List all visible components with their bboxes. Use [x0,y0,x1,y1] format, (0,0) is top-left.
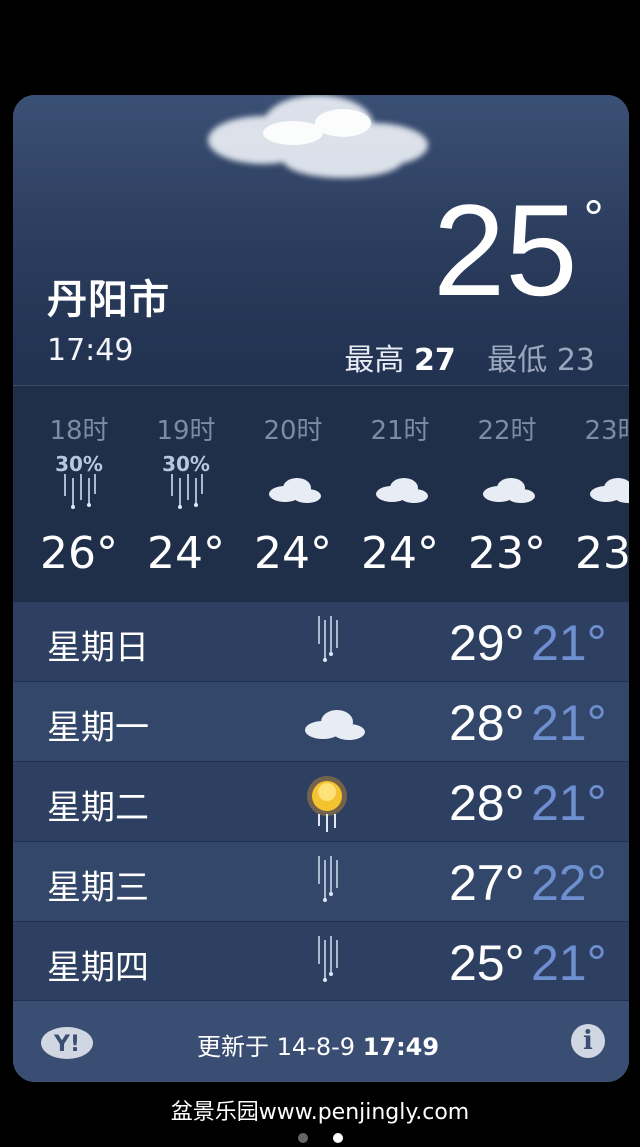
day-high: 25° [449,935,525,991]
day-low: 21° [531,695,607,751]
hourly-item: 22时 23° [457,410,557,579]
current-temperature: 25 ° [433,185,604,315]
updated-time: 17:49 [362,1033,440,1061]
hourly-item: 18时 30% 26° [29,410,129,579]
hour-label: 18时 [49,416,109,446]
footer-bar: Y! 更新于 14-8-9 17:49 i [13,1000,629,1082]
rain-icon [318,616,338,662]
rain-icon [318,856,338,902]
sun-rain-icon [307,776,347,832]
high-label: 最高 [344,343,405,378]
hour-label: 23时 [584,416,629,446]
high-value: 27 [413,343,456,378]
daily-row: 星期二 28° 21° [13,762,629,842]
hourly-forecast-strip[interactable]: 18时 30% 26° 19时 30% 24° 20时 24° 21时 24° … [13,385,629,603]
cloud-icon [483,478,535,503]
day-high: 29° [449,615,525,671]
hourly-item: 20时 24° [243,410,343,579]
last-updated: 更新于 14-8-9 17:49 [197,1027,439,1062]
yahoo-logo-text: Y! [53,1032,80,1057]
day-low: 22° [531,855,607,911]
day-name: 星期二 [47,788,149,828]
current-conditions-panel: 丹阳市 17:49 25 ° 最高 27 最低 23 [13,95,629,385]
watermark-text: 盆景乐园www.penjingly.com [170,1100,470,1125]
hour-temperature: 24° [254,528,332,579]
daily-row: 星期一 28° 21° [13,682,629,762]
info-icon[interactable]: i [571,1024,605,1058]
hour-label: 21时 [370,416,430,446]
rain-icon [318,936,338,982]
high-low-today: 最高 27 最低 23 [344,335,595,379]
rain-icon [64,474,96,509]
day-low: 21° [531,935,607,991]
local-time: 17:49 [47,333,134,368]
rain-icon [171,474,203,509]
weather-app-screen: { "city": "丹阳市", "time": "17:49", "curre… [0,0,640,1143]
cloud-icon [305,710,365,740]
page-dot [298,1133,308,1143]
hour-temperature: 26° [40,528,118,579]
weather-card: 丹阳市 17:49 25 ° 最高 27 最低 23 18时 30% 26° 19… [13,95,629,1082]
daily-row: 星期日 29° 21° [13,602,629,682]
hour-temperature: 24° [361,528,439,579]
low-label: 最低 [487,343,548,378]
day-name: 星期一 [47,708,149,748]
day-name: 星期四 [47,948,149,988]
hour-label: 20时 [263,416,323,446]
city-name: 丹阳市 [47,277,170,323]
day-low: 21° [531,615,607,671]
day-name: 星期日 [47,628,149,668]
day-high: 28° [449,775,525,831]
daily-row: 星期四 25° 21° [13,922,629,1002]
cloud-icon [590,478,629,503]
day-low: 21° [531,775,607,831]
page-dot-active [333,1133,344,1143]
yahoo-logo-icon[interactable]: Y! [37,1023,117,1063]
day-high: 27° [449,855,525,911]
hour-label: 22时 [477,416,537,446]
page-indicator[interactable] [298,1128,363,1147]
degree-symbol: ° [583,190,604,246]
cloud-icon [376,478,428,503]
hour-temperature: 23° [575,528,629,579]
cloud-icon [269,478,321,503]
day-high: 28° [449,695,525,751]
hourly-item: 19时 30% 24° [136,410,236,579]
hourly-item: 23时 23° [564,410,629,579]
hour-temperature: 24° [147,528,225,579]
hour-label: 19时 [156,416,216,446]
daily-row: 星期三 27° 22° [13,842,629,922]
cloud-background-icon [208,95,428,178]
updated-date: 14-8-9 [276,1033,356,1061]
hour-temperature: 23° [468,528,546,579]
daily-forecast-list: 星期日 29° 21° 星期一 28° 21° 星期二 28° 21° 星期三 [13,602,629,1002]
day-name: 星期三 [47,868,149,908]
low-value: 23 [556,343,595,378]
current-temperature-value: 25 [433,177,578,323]
updated-label: 更新于 [197,1033,269,1061]
hourly-item: 21时 24° [350,410,450,579]
